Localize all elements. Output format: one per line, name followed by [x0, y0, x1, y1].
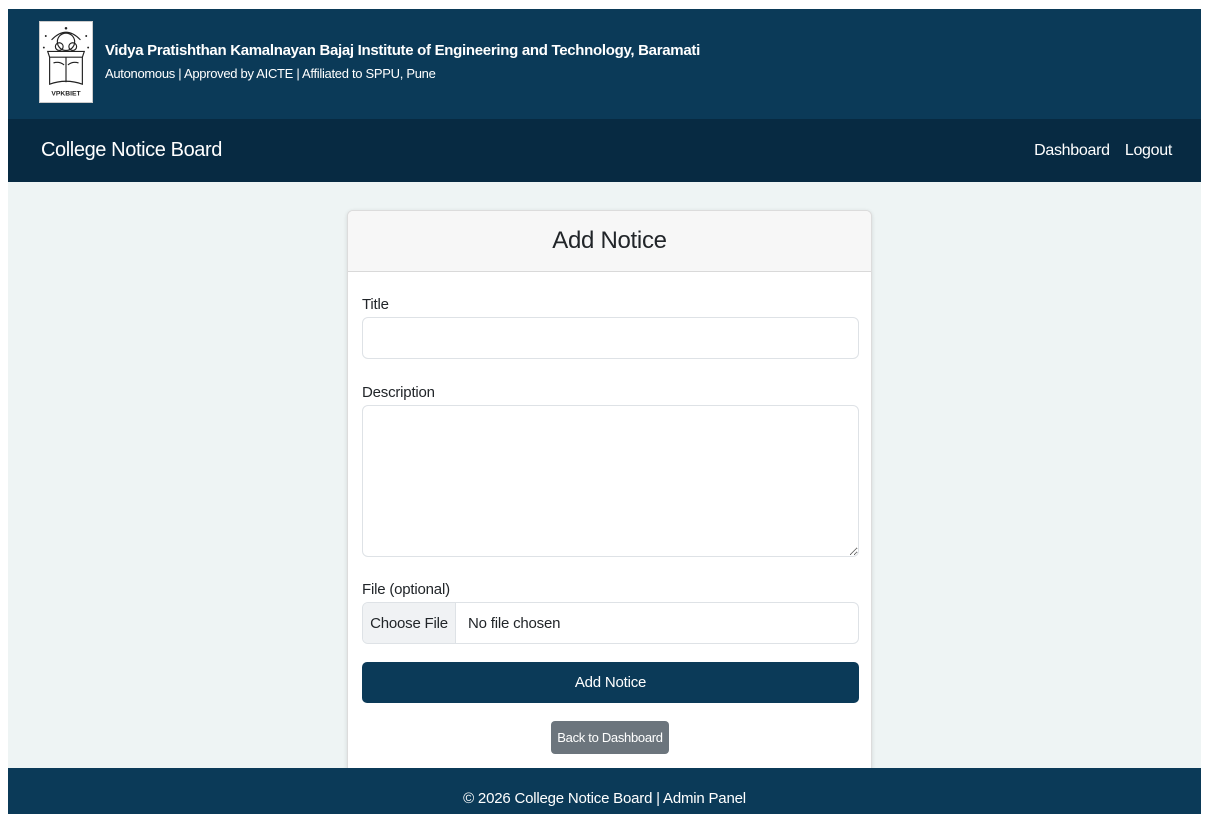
logo-text: VPKBIET [51, 91, 81, 98]
choose-file-button[interactable]: Choose File [363, 603, 456, 643]
title-input[interactable] [362, 317, 859, 359]
footer-text: © 2026 College Notice Board | Admin Pane… [463, 790, 746, 807]
description-label: Description [362, 384, 435, 401]
college-logo: VPKBIET [39, 21, 93, 103]
navbar-brand[interactable]: College Notice Board [41, 139, 222, 162]
back-to-dashboard-button[interactable]: Back to Dashboard [551, 721, 669, 754]
institute-subtitle: Autonomous | Approved by AICTE | Affilia… [105, 66, 436, 81]
college-emblem-icon: VPKBIET [42, 27, 90, 98]
nav-dashboard-link[interactable]: Dashboard [1034, 142, 1110, 159]
title-label: Title [362, 296, 389, 313]
card-title: Add Notice [348, 211, 871, 272]
nav-logout-link[interactable]: Logout [1125, 142, 1172, 159]
institute-header: VPKBIET Vidya Pratishthan Kamalnayan Baj… [8, 9, 1201, 119]
description-textarea[interactable] [362, 405, 859, 557]
institute-name: Vidya Pratishthan Kamalnayan Bajaj Insti… [105, 42, 700, 59]
add-notice-card: Add Notice Title Description File (optio… [347, 210, 872, 790]
nav-links: Dashboard Logout [1023, 142, 1172, 160]
add-notice-button[interactable]: Add Notice [362, 662, 859, 703]
page-frame: VPKBIET Vidya Pratishthan Kamalnayan Baj… [8, 9, 1201, 814]
file-input[interactable]: Choose File No file chosen [362, 602, 859, 644]
file-status-text: No file chosen [468, 614, 561, 632]
file-label: File (optional) [362, 581, 450, 598]
navbar: College Notice Board Dashboard Logout [8, 119, 1201, 182]
footer: © 2026 College Notice Board | Admin Pane… [8, 768, 1201, 814]
